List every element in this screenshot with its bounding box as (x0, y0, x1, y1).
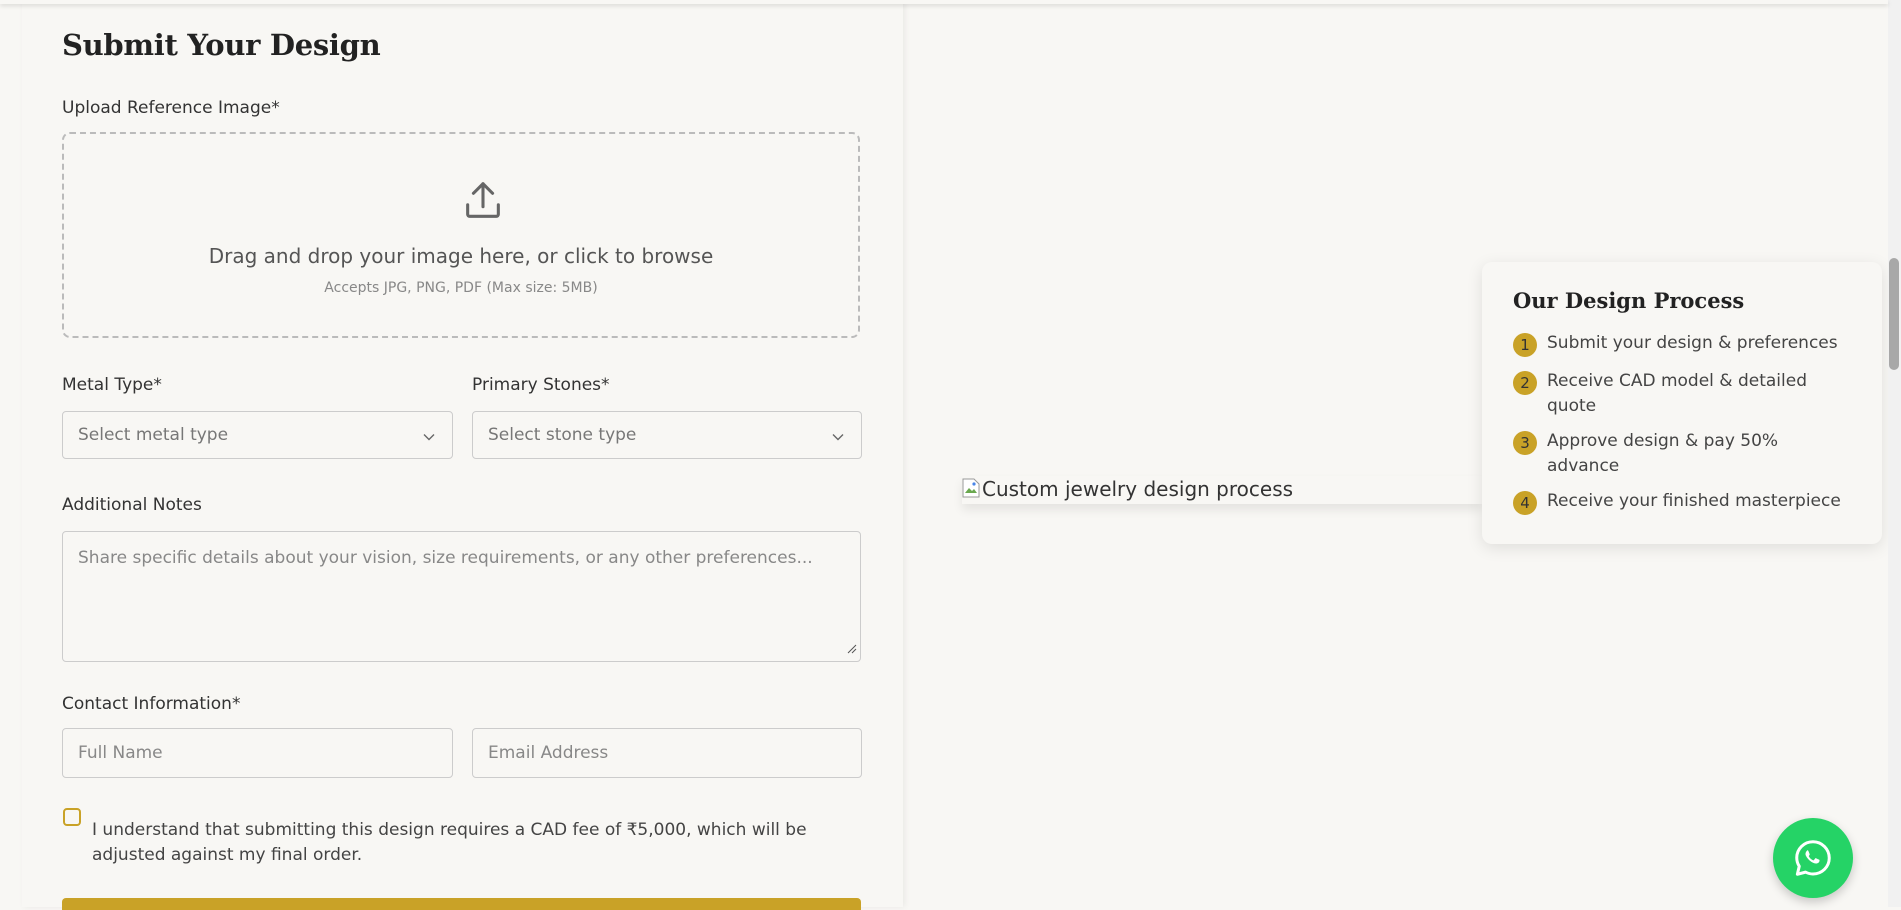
step-text: Submit your design & preferences (1547, 333, 1838, 353)
notes-textarea[interactable]: Share specific details about your vision… (62, 531, 861, 662)
design-form-card: Submit Your Design Upload Reference Imag… (22, 0, 903, 910)
metal-type-placeholder: Select metal type (78, 425, 229, 445)
cad-fee-consent-text: I understand that submitting this design… (92, 820, 807, 865)
image-alt-text: Custom jewelry design process (982, 477, 1294, 501)
notes-label: Additional Notes (62, 495, 202, 515)
contact-label: Contact Information* (62, 694, 241, 714)
metal-type-label: Metal Type* (62, 375, 162, 395)
step-number: 4 (1513, 491, 1537, 515)
scrollbar-thumb[interactable] (1889, 258, 1899, 370)
broken-image-icon (962, 478, 980, 503)
form-title: Submit Your Design (62, 28, 381, 62)
full-name-input[interactable]: Full Name (62, 728, 453, 778)
step-text: Receive CAD model & detailed quote (1547, 371, 1807, 416)
full-name-placeholder: Full Name (78, 743, 163, 763)
upload-label: Upload Reference Image* (62, 98, 280, 118)
notes-placeholder: Share specific details about your vision… (78, 548, 813, 568)
step-number: 1 (1513, 333, 1537, 357)
chevron-down-icon (422, 429, 436, 448)
whatsapp-chat-button[interactable] (1773, 818, 1853, 898)
design-process-card: Our Design Process 1 Submit your design … (1482, 262, 1882, 544)
resize-handle-icon[interactable] (847, 639, 857, 658)
step-text: Approve design & pay 50% advance (1547, 431, 1779, 476)
metal-type-select[interactable]: Select metal type (62, 411, 453, 459)
whatsapp-icon (1795, 840, 1831, 876)
image-dropzone[interactable]: Drag and drop your image here, or click … (62, 132, 860, 338)
dropzone-instruction: Drag and drop your image here, or click … (208, 244, 714, 268)
step-text: Receive your finished masterpiece (1547, 491, 1841, 511)
dropzone-hint: Accepts JPG, PNG, PDF (Max size: 5MB) (324, 280, 598, 296)
email-placeholder: Email Address (488, 743, 609, 763)
chevron-down-icon (831, 429, 845, 448)
primary-stones-placeholder: Select stone type (488, 425, 637, 445)
scrollbar-track[interactable] (1888, 0, 1901, 907)
step-number: 2 (1513, 371, 1537, 395)
cad-fee-checkbox[interactable] (63, 808, 81, 826)
step-number: 3 (1513, 431, 1537, 455)
process-title: Our Design Process (1513, 288, 1745, 313)
design-process-image: Custom jewelry design process (962, 476, 1482, 504)
primary-stones-select[interactable]: Select stone type (472, 411, 862, 459)
submit-button[interactable] (62, 898, 861, 910)
header-shadow (0, 0, 1888, 4)
primary-stones-label: Primary Stones* (472, 375, 610, 395)
email-input[interactable]: Email Address (472, 728, 862, 778)
upload-icon (460, 178, 506, 228)
